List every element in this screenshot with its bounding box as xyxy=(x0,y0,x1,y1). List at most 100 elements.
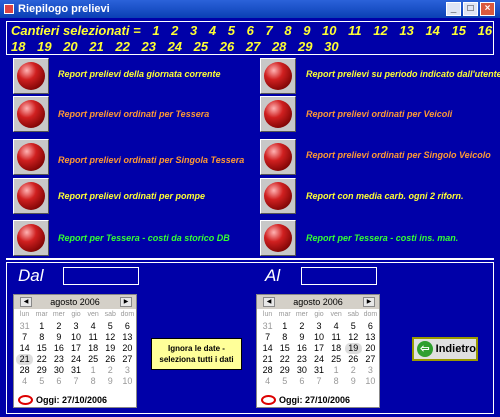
calendar-day[interactable]: 3 xyxy=(362,365,379,376)
report-avg-fuel-button[interactable] xyxy=(260,178,296,214)
calendar-day[interactable]: 8 xyxy=(85,376,102,387)
calendar-day[interactable]: 15 xyxy=(33,343,50,354)
calendar-al[interactable]: ◀ agosto 2006 ▶ lun mar mer gio ven sab dom 31… xyxy=(256,294,380,408)
calendar-day[interactable]: 14 xyxy=(259,343,276,354)
calendar-day[interactable]: 8 xyxy=(276,332,293,343)
calendar-day[interactable]: 12 xyxy=(345,332,362,343)
calendar-day[interactable]: 3 xyxy=(119,365,136,376)
calendar-day[interactable]: 27 xyxy=(362,354,379,365)
al-date-field[interactable] xyxy=(301,267,377,285)
calendar-day[interactable]: 11 xyxy=(328,332,345,343)
calendar-day[interactable]: 2 xyxy=(345,365,362,376)
report-by-pump-button[interactable] xyxy=(13,178,49,214)
calendar-day[interactable]: 15 xyxy=(276,343,293,354)
maximize-button[interactable]: □ xyxy=(463,2,478,16)
calendar-day[interactable]: 9 xyxy=(293,332,310,343)
minimize-button[interactable]: _ xyxy=(446,2,461,16)
calendar-day[interactable]: 25 xyxy=(85,354,102,365)
calendar-day[interactable]: 3 xyxy=(67,321,84,332)
calendar-day[interactable]: 26 xyxy=(345,354,362,365)
calendar-day[interactable]: 9 xyxy=(345,376,362,387)
calendar-day[interactable]: 4 xyxy=(16,376,33,387)
calendar-day[interactable]: 9 xyxy=(102,376,119,387)
today-link[interactable]: Oggi: 27/10/2006 xyxy=(18,395,107,405)
calendar-day[interactable]: 30 xyxy=(293,365,310,376)
calendar-day[interactable]: 17 xyxy=(67,343,84,354)
report-daily-button[interactable] xyxy=(13,58,49,94)
calendar-day[interactable]: 13 xyxy=(362,332,379,343)
calendar-day[interactable]: 7 xyxy=(259,332,276,343)
calendar-day[interactable]: 21 xyxy=(16,354,34,365)
calendar-day[interactable]: 25 xyxy=(328,354,345,365)
calendar-day[interactable]: 11 xyxy=(85,332,102,343)
calendar-day[interactable]: 1 xyxy=(328,365,345,376)
calendar-day[interactable]: 7 xyxy=(16,332,33,343)
calendar-day[interactable]: 17 xyxy=(310,343,327,354)
day-grid[interactable]: 31 1 2 3 4 5 6 7 8 9 10 11 12 13 14 15 16 17 18 19 20 21 22 23 2… xyxy=(16,321,136,387)
calendar-day[interactable]: 18 xyxy=(85,343,102,354)
calendar-day[interactable]: 23 xyxy=(293,354,310,365)
calendar-day[interactable]: 31 xyxy=(67,365,84,376)
report-single-vehicle-button[interactable] xyxy=(260,139,296,175)
calendar-day[interactable]: 6 xyxy=(50,376,67,387)
calendar-day[interactable]: 19 xyxy=(102,343,119,354)
calendar-day[interactable]: 10 xyxy=(362,376,379,387)
calendar-day[interactable]: 22 xyxy=(276,354,293,365)
dal-date-field[interactable] xyxy=(63,267,139,285)
calendar-day[interactable]: 5 xyxy=(345,321,362,332)
calendar-day[interactable]: 20 xyxy=(362,343,379,354)
calendar-day[interactable]: 4 xyxy=(259,376,276,387)
calendar-day[interactable]: 3 xyxy=(310,321,327,332)
calendar-day[interactable]: 1 xyxy=(85,365,102,376)
report-by-card-button[interactable] xyxy=(13,96,49,132)
next-month-button[interactable]: ▶ xyxy=(363,297,375,307)
calendar-day[interactable]: 26 xyxy=(102,354,119,365)
calendar-day[interactable]: 5 xyxy=(102,321,119,332)
calendar-day[interactable]: 2 xyxy=(102,365,119,376)
calendar-day[interactable]: 31 xyxy=(310,365,327,376)
calendar-day[interactable]: 21 xyxy=(259,354,276,365)
calendar-day[interactable]: 29 xyxy=(276,365,293,376)
calendar-day[interactable]: 2 xyxy=(50,321,67,332)
report-by-vehicle-button[interactable] xyxy=(260,96,296,132)
close-button[interactable]: × xyxy=(480,2,495,16)
calendar-day[interactable]: 16 xyxy=(293,343,310,354)
calendar-day[interactable]: 6 xyxy=(362,321,379,332)
report-single-card-button[interactable] xyxy=(13,139,49,175)
today-link[interactable]: Oggi: 27/10/2006 xyxy=(261,395,350,405)
calendar-day[interactable]: 29 xyxy=(33,365,50,376)
calendar-day[interactable]: 27 xyxy=(119,354,136,365)
report-period-button[interactable] xyxy=(260,58,296,94)
calendar-day[interactable]: 10 xyxy=(119,376,136,387)
calendar-day[interactable]: 24 xyxy=(67,354,84,365)
calendar-day[interactable]: 10 xyxy=(310,332,327,343)
calendar-day[interactable]: 6 xyxy=(293,376,310,387)
calendar-day[interactable]: 8 xyxy=(328,376,345,387)
calendar-day[interactable]: 30 xyxy=(50,365,67,376)
calendar-day[interactable]: 22 xyxy=(33,354,50,365)
calendar-day[interactable]: 9 xyxy=(50,332,67,343)
calendar-day[interactable]: 7 xyxy=(67,376,84,387)
calendar-day[interactable]: 5 xyxy=(276,376,293,387)
next-month-button[interactable]: ▶ xyxy=(120,297,132,307)
calendar-day[interactable]: 18 xyxy=(328,343,345,354)
day-grid[interactable]: 31 1 2 3 4 5 6 7 8 9 10 11 12 13 14 15 16 17 18 19 20 21 22 23 2… xyxy=(259,321,379,387)
calendar-day[interactable]: 28 xyxy=(259,365,276,376)
calendar-day[interactable]: 12 xyxy=(102,332,119,343)
calendar-day[interactable]: 19 xyxy=(344,343,362,354)
calendar-dal[interactable]: ◀ agosto 2006 ▶ lun mar mer gio ven sab dom 31… xyxy=(13,294,137,408)
calendar-day[interactable]: 20 xyxy=(119,343,136,354)
calendar-day[interactable]: 1 xyxy=(276,321,293,332)
calendar-day[interactable]: 23 xyxy=(50,354,67,365)
calendar-day[interactable]: 7 xyxy=(310,376,327,387)
calendar-day[interactable]: 24 xyxy=(310,354,327,365)
calendar-day[interactable]: 16 xyxy=(50,343,67,354)
ignore-dates-button[interactable]: Ignora le date - seleziona tutti i dati xyxy=(151,338,242,370)
calendar-day[interactable]: 2 xyxy=(293,321,310,332)
calendar-day[interactable]: 10 xyxy=(67,332,84,343)
back-button[interactable]: ⇦ Indietro xyxy=(412,337,478,361)
report-card-costs-manual-button[interactable] xyxy=(260,220,296,256)
calendar-day[interactable]: 4 xyxy=(85,321,102,332)
calendar-day[interactable]: 8 xyxy=(33,332,50,343)
calendar-day[interactable]: 6 xyxy=(119,321,136,332)
